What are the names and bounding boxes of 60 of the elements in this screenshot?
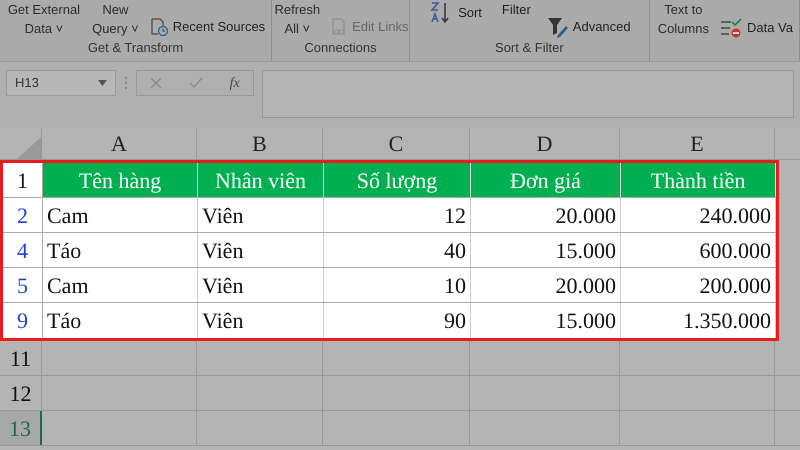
- row-header[interactable]: 9: [3, 303, 43, 338]
- table-cell: 200.000: [621, 268, 776, 302]
- column-header[interactable]: A: [42, 128, 197, 159]
- data-validation-icon: [718, 17, 743, 39]
- table-cell: 20.000: [471, 198, 621, 232]
- name-box[interactable]: H13: [6, 70, 116, 96]
- dropdown-caret-icon[interactable]: [98, 80, 107, 86]
- column-header[interactable]: B: [197, 128, 323, 159]
- ribbon-button[interactable]: Sort: [426, 0, 484, 26]
- cell-reference: H13: [15, 74, 39, 92]
- ribbon-button[interactable]: Get External Data ˅: [4, 0, 84, 38]
- select-all-corner-icon[interactable]: [15, 137, 41, 159]
- table-cell: Cam: [43, 198, 198, 232]
- header-cell: Nhân viên: [198, 163, 324, 197]
- check-icon[interactable]: [188, 77, 203, 89]
- table-cell: 15.000: [471, 233, 621, 267]
- ribbon-button[interactable]: Data Va: [716, 17, 795, 39]
- row-header[interactable]: 5: [3, 268, 43, 302]
- table-cell: Viên: [198, 268, 324, 302]
- table-cell: 12: [324, 198, 471, 232]
- filter-pencil-icon: [546, 16, 569, 38]
- ribbon-group-label: Get & Transform: [88, 39, 184, 57]
- row-header[interactable]: 4: [3, 233, 43, 267]
- ribbon-button[interactable]: Recent Sources: [146, 17, 268, 37]
- header-cell: Tên hàng: [43, 163, 198, 197]
- table-cell: Viên: [198, 303, 324, 338]
- document-clock-icon: [148, 17, 169, 37]
- table-cell: 1.350.000: [621, 303, 776, 338]
- table-cell: 600.000: [621, 233, 776, 267]
- table-cell: 10: [324, 268, 471, 302]
- table-cell: Cam: [43, 268, 198, 302]
- row-header[interactable]: 11: [0, 341, 42, 375]
- table-cell: 20.000: [471, 268, 621, 302]
- table-cell: Táo: [43, 233, 198, 267]
- table-cell: Viên: [198, 233, 324, 267]
- table-cell: 90: [324, 303, 471, 338]
- row-header[interactable]: 2: [3, 198, 43, 232]
- ribbon-button[interactable]: New Query ˅: [88, 0, 143, 38]
- column-header[interactable]: C: [323, 128, 470, 159]
- table-cell: Viên: [198, 198, 324, 232]
- table-cell: 240.000: [621, 198, 776, 232]
- table-cell: 40: [324, 233, 471, 267]
- ribbon-button[interactable]: Text to Columns: [654, 0, 713, 38]
- column-header[interactable]: E: [620, 128, 775, 159]
- cancel-icon[interactable]: [150, 77, 162, 89]
- grip-icon: [124, 76, 128, 90]
- table-cell: Táo: [43, 303, 198, 338]
- formula-input[interactable]: [262, 70, 794, 118]
- header-cell: Thành tiền: [621, 163, 776, 197]
- header-cell: Đơn giá: [471, 163, 621, 197]
- table-cell: 15.000: [471, 303, 621, 338]
- header-cell: Số lượng: [324, 163, 471, 197]
- ribbon-button[interactable]: Refresh All ˅: [270, 0, 324, 38]
- ribbon-group-label: Sort & Filter: [495, 39, 564, 57]
- ribbon-button[interactable]: Advanced: [544, 16, 633, 38]
- insert-function-button[interactable]: fx: [230, 72, 240, 94]
- ribbon-group-label: Connections: [304, 39, 377, 57]
- row-header[interactable]: 12: [0, 376, 42, 410]
- ribbon-button[interactable]: Filter: [500, 0, 533, 20]
- column-header[interactable]: D: [470, 128, 620, 159]
